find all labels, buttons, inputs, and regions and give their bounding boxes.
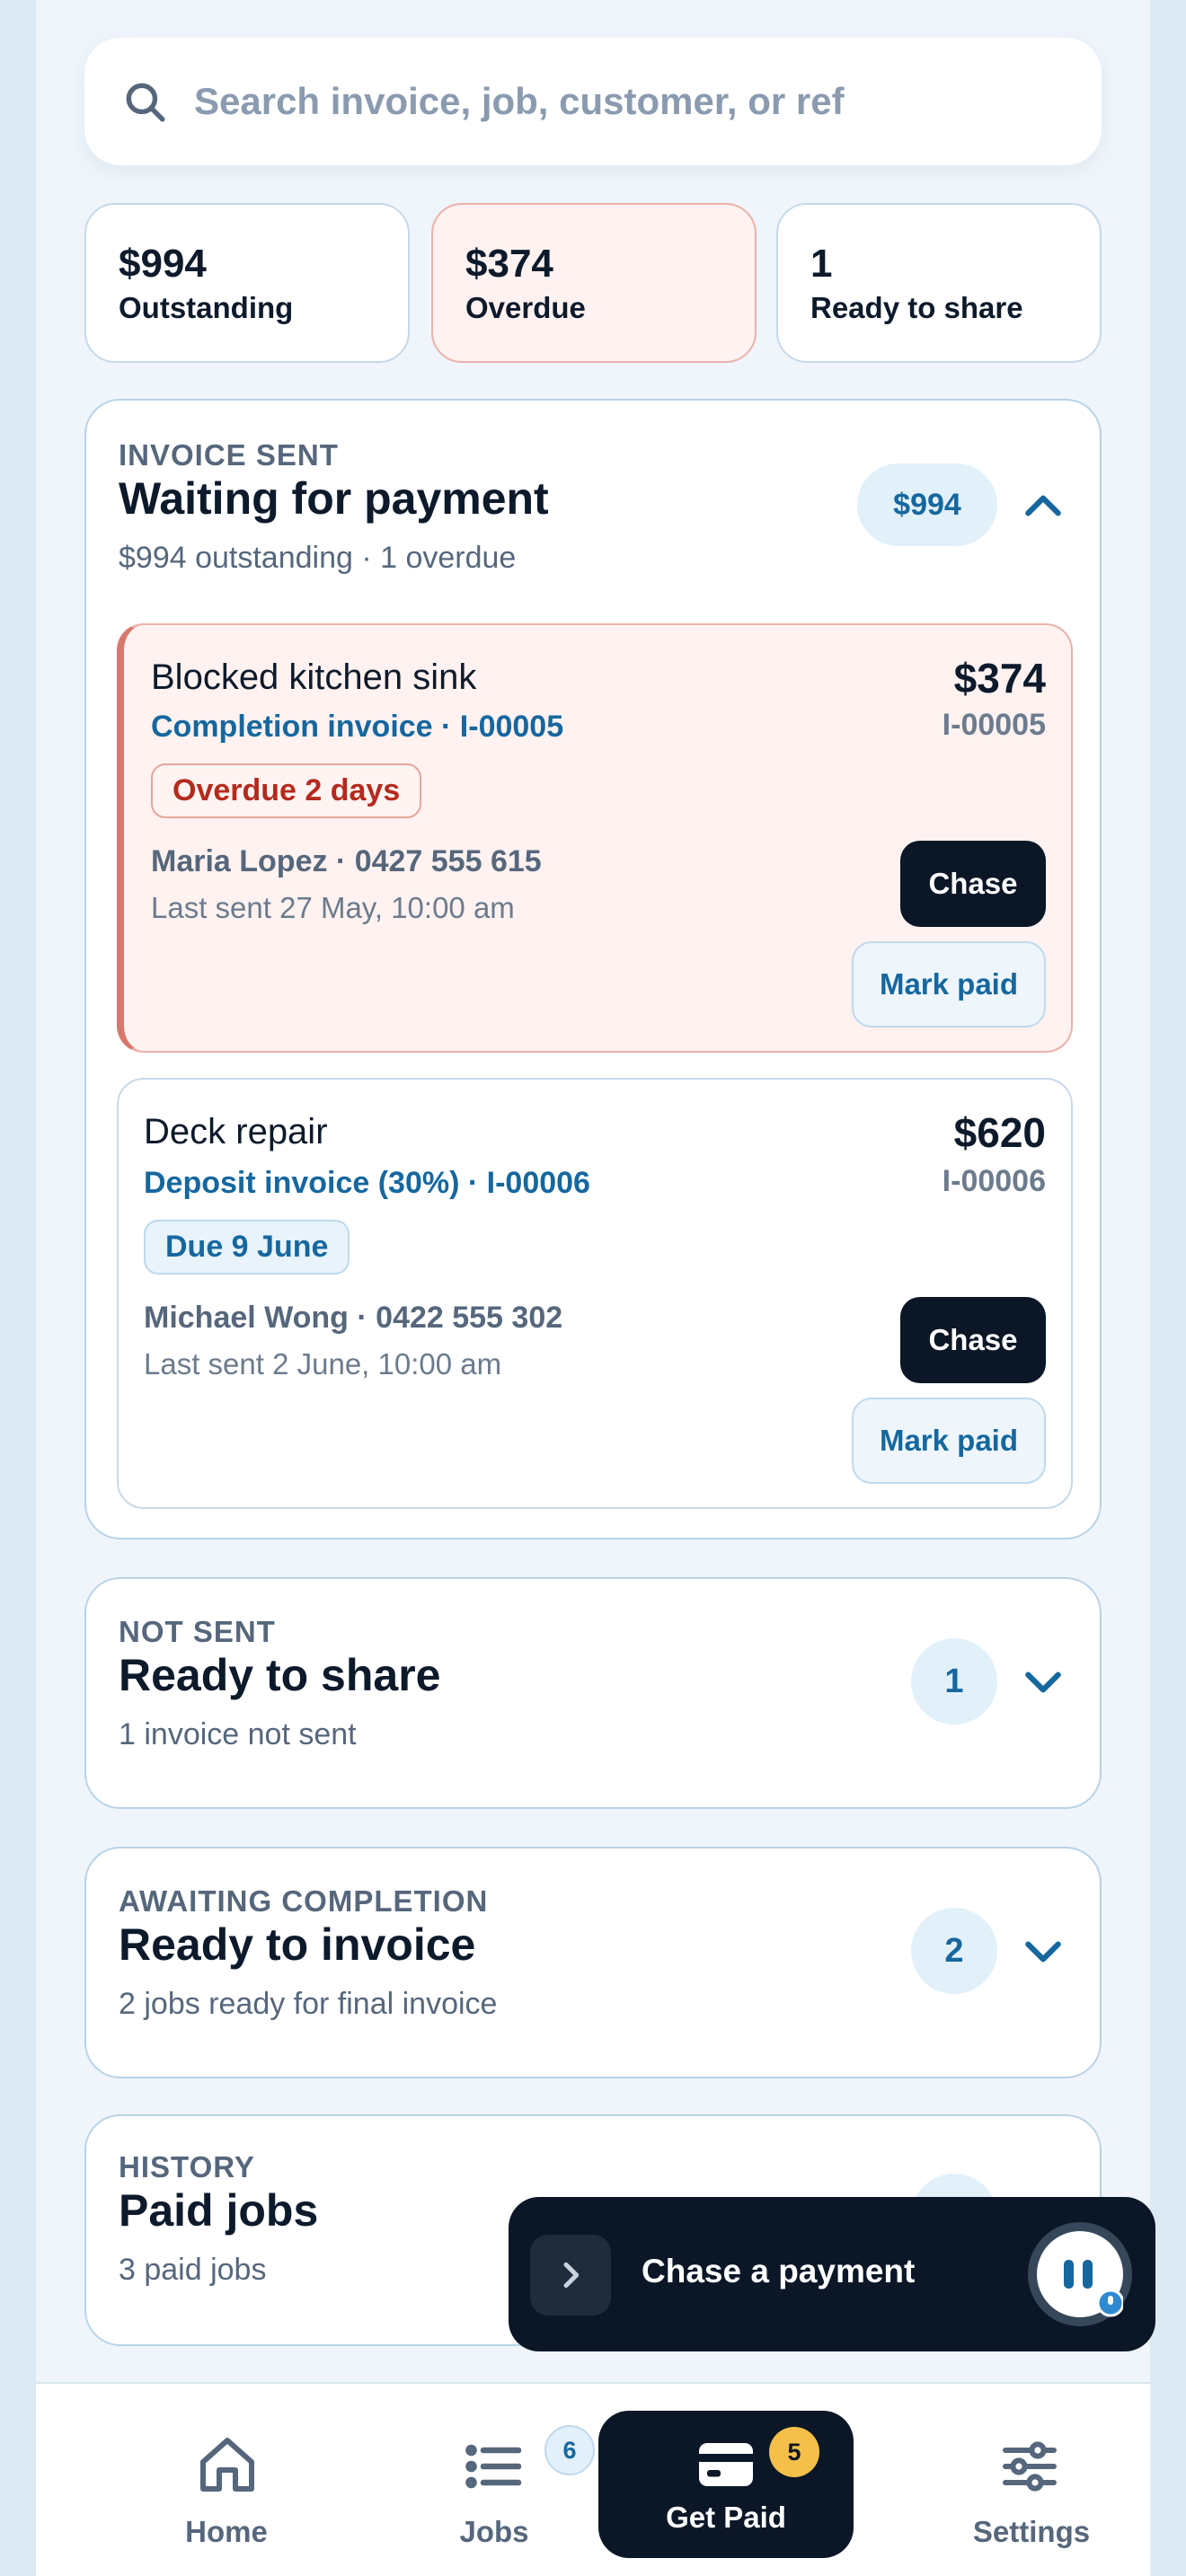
section-title: Ready to invoice bbox=[119, 1919, 476, 1970]
invoice-amount: $374 bbox=[953, 655, 1046, 701]
home-icon bbox=[200, 2438, 254, 2492]
sliders-icon bbox=[1003, 2441, 1057, 2492]
pause-icon bbox=[1064, 2260, 1125, 2317]
chase-payment-bar[interactable]: Chase a payment bbox=[509, 2197, 1155, 2351]
nav-item-get-paid[interactable]: 5 Get Paid bbox=[598, 2411, 854, 2558]
invoice-card-overdue[interactable]: Blocked kitchen sink Completion invoice … bbox=[117, 623, 1073, 1053]
stat-ready-to-share[interactable]: 1 Ready to share bbox=[776, 203, 1102, 363]
section-kicker: AWAITING COMPLETION bbox=[119, 1884, 489, 1918]
customer-contact: Michael Wong · 0422 555 302 bbox=[144, 1301, 563, 1335]
customer-contact: Maria Lopez · 0427 555 615 bbox=[151, 844, 542, 878]
chase-payment-label: Chase a payment bbox=[642, 2253, 916, 2289]
nav-item-home[interactable]: Home bbox=[110, 2384, 343, 2576]
stat-outstanding[interactable]: $994 Outstanding bbox=[84, 203, 410, 363]
chase-button[interactable]: Chase bbox=[900, 1297, 1046, 1383]
section-waiting-for-payment: INVOICE SENT Waiting for payment $994 ou… bbox=[84, 399, 1102, 1539]
stat-label: Ready to share bbox=[810, 291, 1023, 325]
invoice-amount: $620 bbox=[953, 1109, 1046, 1156]
stat-value: $994 bbox=[119, 242, 207, 286]
invoice-title: Blocked kitchen sink bbox=[151, 657, 477, 697]
invoice-card[interactable]: Deck repair Deposit invoice (30%) · I-00… bbox=[117, 1078, 1073, 1509]
last-sent-time: Last sent 2 June, 10:00 am bbox=[144, 1347, 502, 1381]
stat-label: Outstanding bbox=[119, 291, 294, 325]
section-total-pill: $994 bbox=[857, 463, 997, 546]
mark-paid-button[interactable]: Mark paid bbox=[852, 941, 1046, 1028]
bottom-nav-bar: Home 6 Jobs 5 Get Paid Settings bbox=[36, 2382, 1150, 2576]
mark-paid-button[interactable]: Mark paid bbox=[852, 1398, 1046, 1484]
wallet-icon bbox=[699, 2443, 753, 2486]
section-count-pill: 1 bbox=[911, 1638, 997, 1725]
section-title: Waiting for payment bbox=[119, 473, 549, 524]
section-subtitle: $994 outstanding · 1 overdue bbox=[119, 541, 517, 575]
status-badge-due: Due 9 June bbox=[144, 1220, 350, 1275]
chase-button[interactable]: Chase bbox=[900, 841, 1046, 927]
section-count-pill: 2 bbox=[911, 1908, 997, 1994]
section-subtitle: 3 paid jobs bbox=[119, 2253, 267, 2287]
stat-overdue[interactable]: $374 Overdue bbox=[431, 203, 757, 363]
search-icon bbox=[126, 83, 165, 122]
nav-label: Settings bbox=[972, 2515, 1091, 2548]
invoice-ref: I-00006 bbox=[942, 1164, 1046, 1198]
section-kicker: NOT SENT bbox=[119, 1615, 276, 1648]
nav-label: Home bbox=[185, 2515, 268, 2548]
invoice-type-link[interactable]: Completion invoice · I-00005 bbox=[151, 710, 563, 745]
stat-label: Overdue bbox=[465, 291, 586, 325]
section-ready-to-invoice[interactable]: AWAITING COMPLETION Ready to invoice 2 j… bbox=[84, 1847, 1102, 2078]
section-subtitle: 2 jobs ready for final invoice bbox=[119, 1987, 498, 2021]
nav-label: Get Paid bbox=[666, 2501, 786, 2534]
section-ready-to-share[interactable]: NOT SENT Ready to share 1 invoice not se… bbox=[84, 1577, 1102, 1809]
nav-item-settings[interactable]: Settings bbox=[915, 2384, 1148, 2576]
stat-value: $374 bbox=[465, 242, 553, 286]
nav-label: Jobs bbox=[459, 2515, 529, 2548]
section-kicker: INVOICE SENT bbox=[119, 438, 339, 472]
invoice-ref: I-00005 bbox=[942, 708, 1046, 742]
chevron-down-icon[interactable] bbox=[1021, 1929, 1066, 1974]
invoice-title: Deck repair bbox=[144, 1112, 328, 1151]
search-input[interactable] bbox=[194, 80, 1003, 123]
last-sent-time: Last sent 27 May, 10:00 am bbox=[151, 891, 515, 924]
app-screen: $994 Outstanding $374 Overdue 1 Ready to… bbox=[36, 0, 1155, 2576]
chevron-down-icon[interactable] bbox=[1021, 1660, 1066, 1705]
jobs-count-badge: 6 bbox=[544, 2425, 595, 2475]
section-title: Ready to share bbox=[119, 1650, 441, 1700]
invoice-type-link[interactable]: Deposit invoice (30%) · I-00006 bbox=[144, 1166, 590, 1201]
chevron-right-icon[interactable] bbox=[530, 2235, 611, 2316]
nav-item-jobs[interactable]: 6 Jobs bbox=[377, 2384, 611, 2576]
voice-pause-button[interactable] bbox=[1028, 2222, 1132, 2326]
section-subtitle: 1 invoice not sent bbox=[119, 1717, 357, 1751]
status-badge-overdue: Overdue 2 days bbox=[151, 763, 422, 818]
search-bar[interactable] bbox=[84, 38, 1102, 165]
section-kicker: HISTORY bbox=[119, 2150, 255, 2183]
chevron-up-icon[interactable] bbox=[1021, 483, 1066, 528]
stat-value: 1 bbox=[810, 242, 833, 286]
list-icon bbox=[465, 2444, 522, 2489]
section-title: Paid jobs bbox=[119, 2185, 319, 2236]
get-paid-count-badge: 5 bbox=[769, 2427, 819, 2477]
